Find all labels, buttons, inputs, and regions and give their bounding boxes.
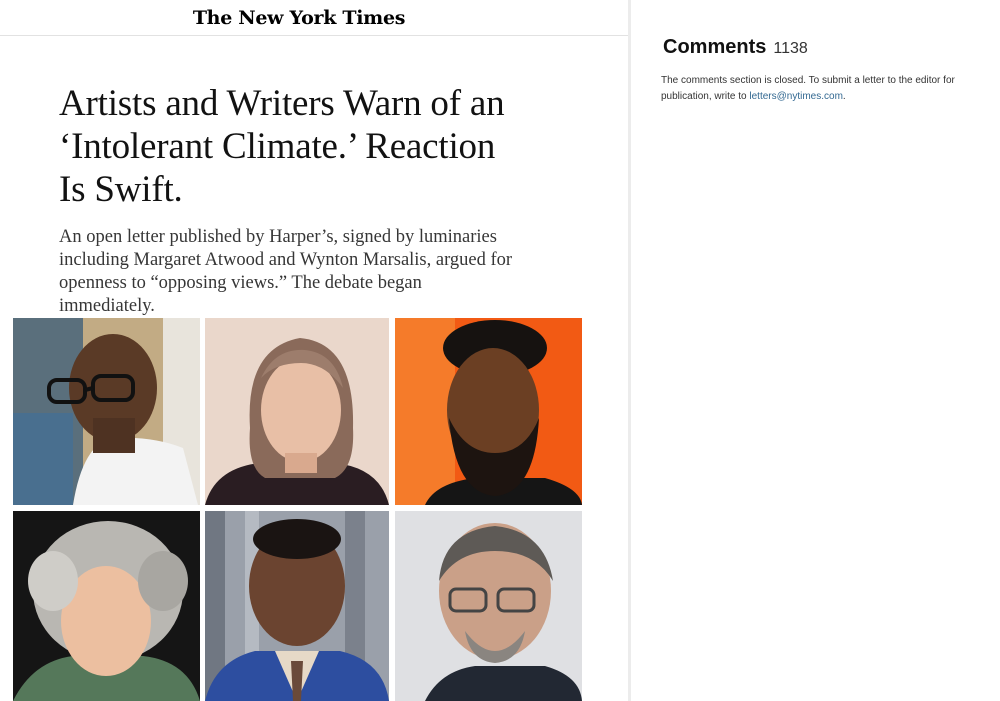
photo-portrait-1[interactable] [13, 318, 200, 505]
nyt-logo[interactable]: The New York Times [193, 7, 406, 29]
article-summary: An open letter published by Harper’s, si… [59, 227, 513, 316]
photo-portrait-4[interactable] [13, 511, 200, 701]
article-headline: Artists and Writers Warn of an ‘Intolera… [59, 83, 505, 210]
article-pane: The New York Times Artists and Writers W… [0, 0, 628, 701]
comments-header: Comments 1138 [663, 36, 808, 59]
masthead: The New York Times [0, 0, 628, 36]
comments-title: Comments [663, 36, 767, 58]
photo-portrait-5[interactable] [205, 511, 389, 701]
photo-portrait-2[interactable] [205, 318, 389, 505]
editor-email-link[interactable]: letters@nytimes.com [749, 91, 843, 102]
comments-closed-notice: The comments section is closed. To submi… [661, 73, 996, 105]
photo-grid [13, 318, 582, 701]
comments-note-end: . [842, 91, 846, 102]
comments-panel: Comments 1138 The comments section is cl… [631, 0, 1000, 701]
photo-portrait-6[interactable] [395, 511, 582, 701]
photo-portrait-3[interactable] [395, 318, 582, 505]
comments-count: 1138 [773, 40, 808, 57]
